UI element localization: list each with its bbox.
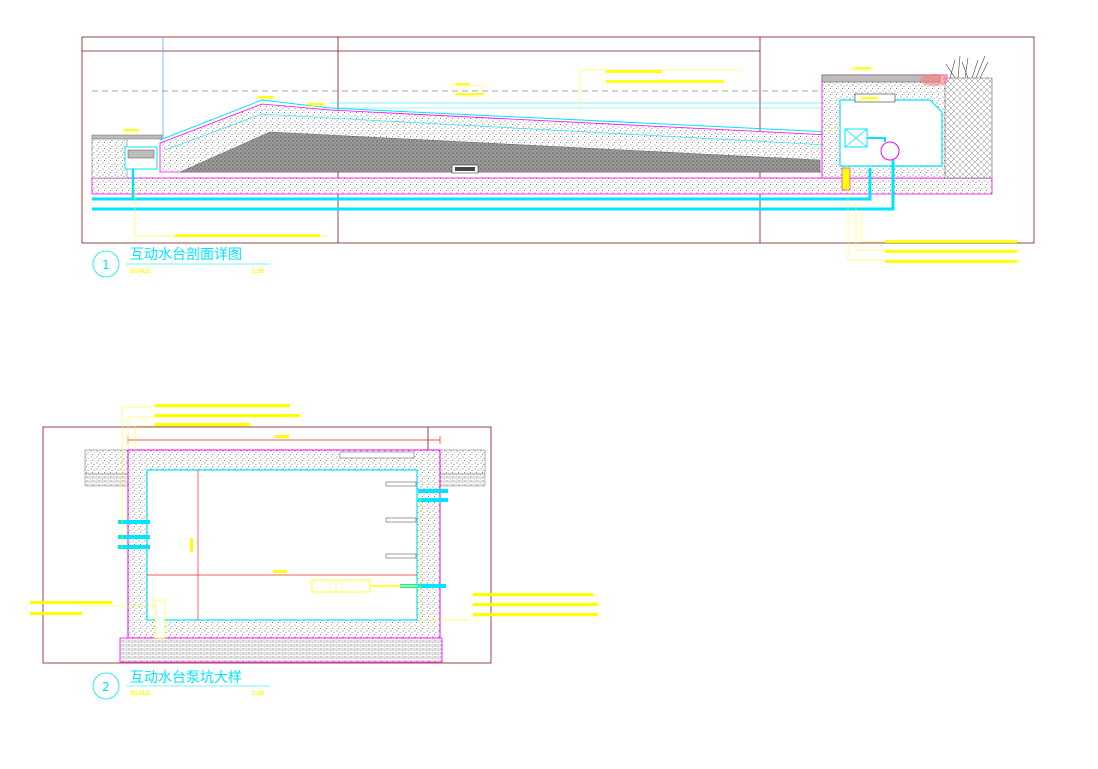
detail-2-pump-pit: 2 互动水台泵坑大样 SCALE 1:20 — [30, 404, 600, 700]
plant-icon — [945, 55, 989, 79]
sump-drain — [154, 599, 166, 639]
left-cap — [91, 134, 163, 140]
detail-2-scale-label: SCALE — [130, 691, 150, 697]
left-ground-block — [91, 137, 128, 179]
pit-brick-layer-left — [84, 473, 131, 487]
pit-cover-notch — [339, 451, 415, 459]
detail-2-title: 互动水台泵坑大样 — [130, 670, 242, 686]
nozzle-box-inner — [455, 167, 475, 171]
detail-1-number: 1 — [102, 258, 110, 272]
planting-bed — [944, 77, 993, 179]
detail-1-section: 1 互动水台剖面详图 SCALE 1:20 — [81, 36, 1035, 278]
pit-base-slab — [119, 637, 443, 663]
base-slab — [91, 177, 993, 195]
detail-1-scale-label: SCALE — [130, 269, 150, 275]
overflow-fitting — [841, 167, 851, 191]
submersible-pump — [311, 579, 371, 593]
pit-inner-cavity — [146, 469, 418, 621]
shrub-icon — [920, 74, 948, 86]
detail-1-title: 互动水台剖面详图 — [130, 247, 242, 263]
pump-symbol — [880, 141, 900, 161]
cad-drawing-sheet: 1 互动水台剖面详图 SCALE 1:20 2 互动水台泵坑大样 SCALE 1… — [30, 36, 1035, 700]
pit-brick-layer-right — [439, 473, 486, 487]
detail-2-number: 2 — [102, 680, 110, 694]
detail-2-scale-value: 1:20 — [252, 691, 265, 697]
detail-1-scale-value: 1:20 — [252, 269, 265, 275]
left-grate — [127, 149, 155, 159]
